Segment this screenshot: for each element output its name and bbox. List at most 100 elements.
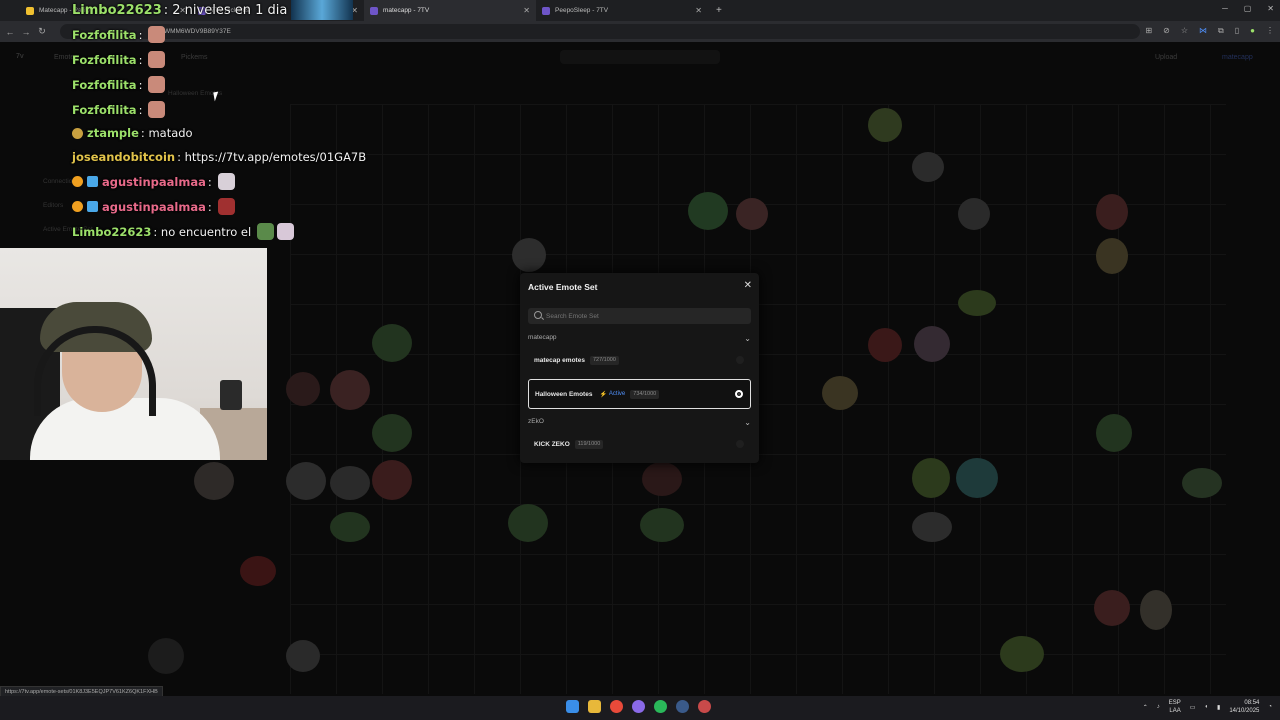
puzzle-icon[interactable]: ⧉: [1218, 26, 1224, 36]
file-explorer-icon[interactable]: [588, 700, 601, 713]
chat-message: Fozfofilita :: [72, 101, 166, 118]
emote-thumbnail[interactable]: [912, 512, 952, 542]
star-icon[interactable]: ☆: [1181, 26, 1188, 36]
mic-icon[interactable]: ♪: [1157, 704, 1160, 710]
sidebar-icon[interactable]: ▯: [1235, 26, 1239, 36]
close-window-icon[interactable]: ✕: [1267, 4, 1274, 13]
chevron-down-icon[interactable]: ⌄: [744, 418, 751, 427]
emote-thumbnail[interactable]: [286, 462, 326, 500]
emote-thumbnail[interactable]: [914, 326, 950, 362]
emote-thumbnail[interactable]: [642, 462, 682, 496]
emote-thumbnail[interactable]: [958, 290, 996, 316]
emote-thumbnail[interactable]: [330, 512, 370, 542]
emote-thumbnail[interactable]: [1096, 414, 1132, 452]
chat-text: :: [207, 174, 212, 189]
radio-button[interactable]: [736, 440, 744, 448]
emote-thumbnail[interactable]: [736, 198, 768, 230]
emote-thumbnail[interactable]: [1096, 238, 1128, 274]
emote-thumbnail[interactable]: [372, 460, 412, 500]
emote-thumbnail[interactable]: [1000, 636, 1044, 672]
group-header-zeko[interactable]: zEkO ⌄: [528, 418, 751, 427]
reload-icon[interactable]: ↻: [34, 26, 50, 37]
emote-thumbnail[interactable]: [372, 324, 412, 362]
game-icon[interactable]: [698, 700, 711, 713]
tab-matecapp-7tv[interactable]: matecapp - 7TV ✕: [364, 0, 536, 21]
chrome-icon[interactable]: [610, 700, 623, 713]
emote-thumbnail[interactable]: [330, 370, 370, 410]
url-field[interactable]: FWMM6WDV9B89Y37E: [60, 24, 1140, 39]
7tv-logo-icon[interactable]: 7v: [16, 53, 24, 60]
eye-off-icon[interactable]: ⊘: [1163, 26, 1170, 36]
emote-thumbnail[interactable]: [372, 414, 412, 452]
battery-icon[interactable]: ▮: [1217, 704, 1220, 711]
emote-thumbnail[interactable]: [868, 328, 902, 362]
tab-favicon-icon: [542, 6, 550, 15]
group-header-matecapp[interactable]: matecapp ⌄: [528, 334, 751, 343]
chat-message: Limbo22623 : no encuentro el: [72, 223, 295, 240]
emote-thumbnail[interactable]: [912, 458, 950, 498]
translate-icon[interactable]: ⊞: [1145, 26, 1152, 36]
emote-set-name: Halloween Emotes: [535, 390, 593, 398]
chat-message: Fozfofilita :: [72, 76, 166, 93]
nav-upload[interactable]: Upload: [1155, 54, 1177, 61]
menu-icon[interactable]: ⋮: [1266, 26, 1274, 36]
emote-set-option-selected[interactable]: Halloween Emotes ⚡ Active 734/1000: [528, 379, 751, 409]
emote-thumbnail[interactable]: [1094, 590, 1130, 626]
close-tab-icon[interactable]: ✕: [695, 6, 702, 15]
close-tab-icon[interactable]: ✕: [523, 6, 530, 15]
nav-pickems[interactable]: Pickems: [181, 54, 207, 61]
active-label: Active: [608, 391, 626, 397]
chat-message: Limbo22623 : 2 niveles en 1 dia: [72, 0, 354, 20]
language-indicator[interactable]: ESP LAA: [1169, 699, 1181, 715]
clock[interactable]: 08:54 14/10/2025: [1229, 699, 1259, 715]
minimize-icon[interactable]: ─: [1222, 4, 1228, 13]
new-tab-button[interactable]: +: [708, 5, 730, 16]
user-menu[interactable]: matecapp: [1222, 54, 1253, 61]
close-icon[interactable]: ✕: [744, 280, 752, 291]
maximize-icon[interactable]: ▢: [1244, 4, 1252, 13]
emote-thumbnail[interactable]: [148, 638, 184, 674]
windows-start-icon[interactable]: [566, 700, 579, 713]
spotify-icon[interactable]: [654, 700, 667, 713]
emote-set-option[interactable]: KICK ZEKO 119/1000: [528, 433, 751, 455]
emote-thumbnail[interactable]: [330, 466, 370, 500]
emote-thumbnail[interactable]: [1182, 468, 1222, 498]
emote-set-option[interactable]: matecap emotes 727/1000: [528, 349, 751, 371]
emote-thumbnail[interactable]: [958, 198, 990, 230]
emote-thumbnail[interactable]: [640, 508, 684, 542]
forward-icon[interactable]: →: [18, 27, 34, 37]
emote-thumbnail[interactable]: [508, 504, 548, 542]
emote-thumbnail[interactable]: [194, 462, 234, 500]
search-input[interactable]: [546, 308, 746, 324]
obs-icon[interactable]: [632, 700, 645, 713]
tab-peeposleep-7tv[interactable]: PeepoSleep - 7TV ✕: [536, 0, 708, 21]
emote-thumbnail[interactable]: [1096, 194, 1128, 230]
chevron-up-icon[interactable]: ⌃: [1143, 704, 1148, 711]
emote-set-search[interactable]: [528, 308, 751, 324]
radio-button-checked[interactable]: [735, 390, 743, 398]
extension-7tv-icon[interactable]: ⋈: [1199, 26, 1207, 36]
emote-thumbnail[interactable]: [912, 152, 944, 182]
chat-badge-icon: [72, 201, 83, 212]
notification-icon[interactable]: ◔: [1268, 704, 1272, 710]
emote-thumbnail[interactable]: [868, 108, 902, 142]
emote-thumbnail[interactable]: [956, 458, 998, 498]
chat-badge-icon: [87, 176, 98, 187]
profile-avatar-icon[interactable]: ●: [1250, 26, 1255, 36]
back-icon[interactable]: ←: [2, 27, 18, 37]
emote-thumbnail[interactable]: [286, 640, 320, 672]
emote-thumbnail[interactable]: [286, 372, 320, 406]
chevron-down-icon[interactable]: ⌄: [744, 334, 751, 343]
emote-thumbnail[interactable]: [1140, 590, 1172, 630]
emote-thumbnail[interactable]: [240, 556, 276, 586]
radio-button[interactable]: [736, 356, 744, 364]
volume-icon[interactable]: ◖: [1204, 704, 1208, 710]
chat-emote-image: [217, 198, 235, 215]
steam-icon[interactable]: [676, 700, 689, 713]
monitor-icon[interactable]: ▭: [1190, 704, 1196, 711]
emote-thumbnail[interactable]: [688, 192, 728, 230]
chat-emote-image: [148, 101, 166, 118]
emote-thumbnail[interactable]: [822, 376, 858, 410]
emote-thumbnail[interactable]: [512, 238, 546, 272]
search-bar-dim[interactable]: [560, 50, 720, 64]
